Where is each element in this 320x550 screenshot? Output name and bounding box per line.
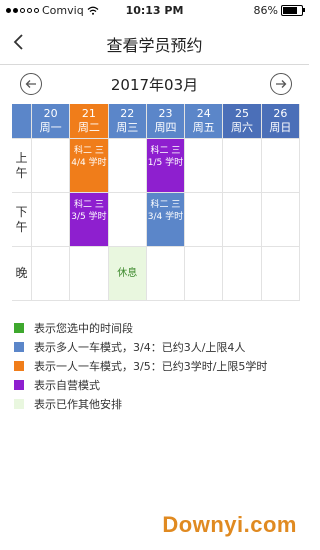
legend-item: 表示您选中的时间段 — [14, 318, 304, 337]
day-weekday: 周六 — [231, 121, 254, 134]
watermark-logo: Downyi.com — [162, 512, 297, 537]
legend-item: 表示一人一车模式，3/5：已约3学时/上限5学时 — [14, 356, 304, 375]
slot-evening-wed[interactable]: 休息 — [108, 247, 147, 301]
schedule-grid: 20 周一 21 周二 22 周三 23 周四 24 周五 25 周六 26 周日 上午 科二… — [12, 104, 300, 301]
legend-swatch — [14, 379, 24, 390]
day-header-mon[interactable]: 20 周一 — [32, 104, 71, 139]
day-date: 22 — [120, 107, 135, 120]
battery-icon — [281, 5, 305, 16]
period-label-afternoon: 下午 — [12, 193, 32, 247]
morning-row: 上午 科二 三 4/4 学时 科二 三 1/5 学时 — [12, 139, 300, 193]
legend: 表示您选中的时间段 表示多人一车模式，3/4：已约3人/上限4人 表示一人一车模… — [14, 318, 304, 413]
battery-area: 86% — [253, 4, 305, 17]
day-weekday: 周二 — [77, 121, 100, 134]
slot-afternoon-wed[interactable] — [108, 193, 147, 247]
day-date: 25 — [235, 107, 250, 120]
legend-swatch — [14, 341, 24, 352]
day-header-sun[interactable]: 26 周日 — [261, 104, 300, 139]
slot-afternoon-sun[interactable] — [261, 193, 300, 247]
day-weekday: 周四 — [154, 121, 177, 134]
slot-morning-fri[interactable] — [185, 139, 224, 193]
day-date: 21 — [81, 107, 96, 120]
next-week-button[interactable] — [270, 73, 292, 95]
legend-swatch — [14, 360, 24, 371]
period-label-morning: 上午 — [12, 139, 32, 193]
day-weekday: 周一 — [39, 121, 62, 134]
month-label: 2017年03月 — [110, 76, 199, 94]
arrow-right-icon — [276, 80, 287, 88]
nav-bar: 查看学员预约 — [0, 22, 309, 65]
legend-item: 表示多人一车模式，3/4：已约3人/上限4人 — [14, 337, 304, 356]
day-weekday: 周五 — [192, 121, 215, 134]
header-corner — [12, 104, 32, 139]
day-header-wed[interactable]: 22 周三 — [108, 104, 147, 139]
day-header-sat[interactable]: 25 周六 — [223, 104, 262, 139]
day-header-thu[interactable]: 23 周四 — [146, 104, 186, 139]
slot-evening-sun[interactable] — [261, 247, 300, 301]
slot-evening-mon[interactable] — [32, 247, 71, 301]
booking-block[interactable]: 科二 三 4/4 学时 — [70, 139, 108, 192]
slot-morning-tue[interactable]: 科二 三 4/4 学时 — [70, 139, 109, 193]
day-header-row: 20 周一 21 周二 22 周三 23 周四 24 周五 25 周六 26 周日 — [12, 104, 300, 139]
day-header-fri[interactable]: 24 周五 — [185, 104, 224, 139]
slot-evening-thu[interactable] — [146, 247, 186, 301]
page-title: 查看学员预约 — [106, 36, 203, 55]
slot-morning-sat[interactable] — [223, 139, 262, 193]
month-selector: 2017年03月 — [0, 70, 309, 100]
status-bar: Comviq 10:13 PM 86% — [0, 0, 309, 20]
slot-afternoon-sat[interactable] — [223, 193, 262, 247]
booking-block[interactable]: 科二 三 3/4 学时 — [146, 193, 185, 246]
battery-percent: 86% — [253, 4, 278, 17]
booking-block[interactable]: 科二 三 3/5 学时 — [70, 193, 108, 246]
day-weekday: 周日 — [269, 121, 292, 134]
slot-morning-wed[interactable] — [108, 139, 147, 193]
slot-evening-fri[interactable] — [185, 247, 224, 301]
rest-block: 休息 — [108, 247, 146, 300]
legend-item: 表示已作其他安排 — [14, 394, 304, 413]
evening-row: 晚 休息 — [12, 247, 300, 301]
legend-swatch — [14, 322, 24, 333]
slot-afternoon-mon[interactable] — [32, 193, 71, 247]
booking-block[interactable]: 科二 三 1/5 学时 — [146, 139, 185, 192]
slot-morning-thu[interactable]: 科二 三 1/5 学时 — [146, 139, 186, 193]
slot-morning-sun[interactable] — [261, 139, 300, 193]
day-weekday: 周三 — [116, 121, 139, 134]
period-label-evening: 晚 — [12, 247, 32, 301]
slot-afternoon-thu[interactable]: 科二 三 3/4 学时 — [146, 193, 186, 247]
day-date: 24 — [196, 107, 211, 120]
afternoon-row: 下午 科二 三 3/5 学时 科二 三 3/4 学时 — [12, 193, 300, 247]
day-date: 23 — [158, 107, 173, 120]
legend-item: 表示自营模式 — [14, 375, 304, 394]
slot-morning-mon[interactable] — [32, 139, 71, 193]
slot-evening-sat[interactable] — [223, 247, 262, 301]
slot-afternoon-fri[interactable] — [185, 193, 224, 247]
slot-evening-tue[interactable] — [70, 247, 109, 301]
day-date: 26 — [273, 107, 288, 120]
slot-afternoon-tue[interactable]: 科二 三 3/5 学时 — [70, 193, 109, 247]
day-date: 20 — [43, 107, 58, 120]
legend-swatch — [14, 398, 24, 409]
day-header-tue[interactable]: 21 周二 — [70, 104, 109, 139]
